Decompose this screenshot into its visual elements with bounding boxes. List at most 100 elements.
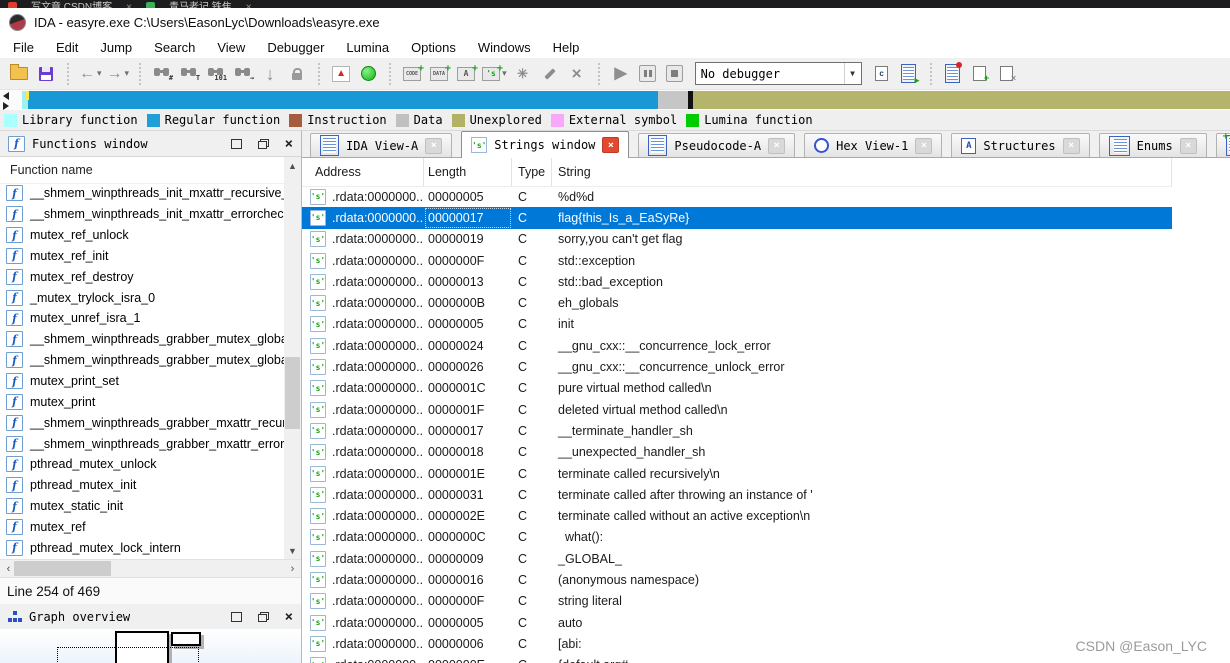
maximize-icon[interactable]	[231, 139, 242, 149]
view-tab[interactable]: Strings window ×	[461, 131, 629, 158]
tab-close-icon[interactable]: ×	[1063, 138, 1080, 154]
navigate-forward-icon[interactable]: →▾	[107, 62, 130, 86]
navband-segment-data[interactable]	[658, 91, 688, 109]
function-list-item[interactable]: __shmem_winpthreads_init_mxattr_errorche…	[0, 204, 284, 225]
strings-table-row[interactable]: .rdata:0000000... 0000000B C eh_globals	[302, 292, 1172, 313]
navband-segment-unexplored[interactable]	[693, 91, 1230, 109]
function-list-item[interactable]: mutex_unref_isra_1	[0, 308, 284, 329]
menu-item[interactable]: Debugger	[256, 38, 335, 57]
strings-table-row[interactable]: .rdata:0000000... 00000024 C __gnu_cxx::…	[302, 335, 1172, 356]
attach-process-icon[interactable]: c	[871, 62, 893, 86]
scroll-right-icon[interactable]: ›	[284, 560, 301, 577]
function-list-item[interactable]: mutex_print_set	[0, 371, 284, 392]
create-code-icon[interactable]: CODE+	[401, 62, 423, 86]
view-tab[interactable]: Pseudocode-A ×	[638, 133, 795, 157]
problems-list-icon[interactable]: ▲	[330, 62, 352, 86]
create-string-icon[interactable]: 's+▾	[482, 62, 507, 86]
float-icon[interactable]	[258, 612, 269, 622]
browser-tab-close-icon[interactable]: ×	[246, 0, 252, 8]
strings-table-row[interactable]: .rdata:0000000... 00000016 C (anonymous …	[302, 569, 1172, 590]
function-list-item[interactable]: mutex_ref_init	[0, 246, 284, 267]
database-info-icon[interactable]	[942, 62, 964, 86]
strings-table-row[interactable]: .rdata:0000000... 0000000F C std::except…	[302, 250, 1172, 271]
close-icon[interactable]: ×	[285, 137, 293, 151]
menu-item[interactable]: Options	[400, 38, 467, 57]
column-header-string[interactable]: String	[552, 158, 1172, 186]
strings-table-row[interactable]: .rdata:0000000... 0000000F C string lite…	[302, 591, 1172, 612]
view-tab[interactable]: IDA View-A ×	[310, 133, 452, 157]
function-list-item[interactable]: pthread_mutex_unlock	[0, 454, 284, 475]
delete-function-icon[interactable]: ×	[566, 62, 588, 86]
search-text-icon[interactable]: T	[178, 62, 200, 86]
close-icon[interactable]: ×	[285, 610, 293, 624]
strings-table-row[interactable]: .rdata:0000000... 0000000C C what():	[302, 527, 1172, 548]
menu-item[interactable]: Edit	[45, 38, 89, 57]
strings-table-row[interactable]: .rdata:0000000... 00000031 C terminate c…	[302, 484, 1172, 505]
function-list-item[interactable]: __shmem_winpthreads_grabber_mutex_globa	[0, 329, 284, 350]
view-tab[interactable]: Hex View-1 ×	[804, 133, 942, 157]
create-name-icon[interactable]: A+	[455, 62, 477, 86]
search-binary-icon[interactable]: 101	[205, 62, 227, 86]
menu-item[interactable]: Lumina	[335, 38, 400, 57]
strings-table-row[interactable]: .rdata:0000000... 00000018 C __unexpecte…	[302, 442, 1172, 463]
lock-icon[interactable]	[286, 62, 308, 86]
strings-table-row[interactable]: .rdata:0000000... 00000017 C __terminate…	[302, 420, 1172, 441]
strings-table-row[interactable]: .rdata:0000000... 00000026 C __gnu_cxx::…	[302, 356, 1172, 377]
scrollbar-thumb[interactable]	[14, 561, 111, 576]
strings-table-row[interactable]: .rdata:0000000... 00000009 C _GLOBAL_	[302, 548, 1172, 569]
load-plugin-icon[interactable]: +	[969, 62, 991, 86]
scroll-up-icon[interactable]: ▲	[284, 157, 301, 174]
maximize-icon[interactable]	[231, 612, 242, 622]
function-list-item[interactable]: __shmem_winpthreads_grabber_mutex_globa	[0, 350, 284, 371]
strings-table-row[interactable]: .rdata:0000000... 0000002E C terminate c…	[302, 505, 1172, 526]
strings-table-row[interactable]: .rdata:0000000... 00000019 C sorry,you c…	[302, 229, 1172, 250]
menu-item[interactable]: Windows	[467, 38, 542, 57]
menu-item[interactable]: File	[2, 38, 45, 57]
column-header-type[interactable]: Type	[512, 158, 552, 186]
edit-function-icon[interactable]	[539, 62, 561, 86]
debugger-pause-icon[interactable]	[637, 62, 659, 86]
tab-close-icon[interactable]: ×	[768, 138, 785, 154]
browser-tab[interactable]: 青马老记 铁隹	[169, 0, 232, 8]
create-function-icon[interactable]: ✳	[512, 62, 534, 86]
navigate-back-icon[interactable]: ←▾	[79, 62, 102, 86]
tab-close-icon[interactable]: ×	[915, 138, 932, 154]
float-icon[interactable]	[258, 139, 269, 149]
search-next-icon[interactable]: →	[232, 62, 254, 86]
debugger-start-icon[interactable]: ▶	[610, 62, 632, 86]
lumina-status-icon[interactable]	[357, 62, 379, 86]
function-list-item[interactable]: mutex_print	[0, 391, 284, 412]
graph-overview-titlebar[interactable]: Graph overview ×	[0, 604, 301, 630]
navigation-band[interactable]	[0, 90, 1230, 110]
function-list-item[interactable]: mutex_ref_unlock	[0, 225, 284, 246]
strings-table-row[interactable]: .rdata:0000000... 0000001C C pure virtua…	[302, 378, 1172, 399]
column-header-address[interactable]: Address	[302, 158, 424, 186]
tab-close-icon[interactable]: ×	[1180, 138, 1197, 154]
view-tab[interactable]: Structures ×	[951, 133, 1089, 157]
debugger-selector[interactable]: No debugger ▼	[695, 62, 862, 85]
combo-arrow-icon[interactable]: ▼	[844, 63, 861, 84]
function-list-item[interactable]: __shmem_winpthreads_grabber_mxattr_recur	[0, 412, 284, 433]
browser-tab-close-icon[interactable]: ×	[126, 0, 132, 8]
scrollbar-thumb[interactable]	[285, 357, 300, 429]
open-file-icon[interactable]	[8, 62, 30, 86]
menu-item[interactable]: Jump	[89, 38, 143, 57]
menu-item[interactable]: Help	[542, 38, 591, 57]
function-list-item[interactable]: __shmem_winpthreads_init_mxattr_recursiv…	[0, 183, 284, 204]
jump-address-icon[interactable]: ↓	[259, 62, 281, 86]
menu-item[interactable]: Search	[143, 38, 206, 57]
strings-table-row[interactable]: .rdata:0000000... 00000005 C auto	[302, 612, 1172, 633]
save-icon[interactable]	[35, 62, 57, 86]
function-list-item[interactable]: __shmem_winpthreads_grabber_mxattr_error	[0, 433, 284, 454]
functions-vertical-scrollbar[interactable]: ▲ ▼	[284, 157, 301, 559]
function-list-item[interactable]: pthread_mutex_lock_intern	[0, 537, 284, 558]
scroll-down-icon[interactable]: ▼	[284, 542, 301, 559]
column-header-length[interactable]: Length	[424, 158, 512, 186]
strings-table-row[interactable]: .rdata:0000000... 00000013 C std::bad_ex…	[302, 271, 1172, 292]
continue-process-icon[interactable]: ▸	[898, 62, 920, 86]
functions-window-titlebar[interactable]: Functions window ×	[0, 131, 301, 157]
strings-table-row[interactable]: .rdata:0000000... 00000006 C [abi:	[302, 633, 1172, 654]
function-list-item[interactable]: pthread_mutex_init	[0, 475, 284, 496]
strings-table-row[interactable]: .rdata:0000000... 00000005 C %d%d	[302, 186, 1172, 207]
navband-scroll-left-icon[interactable]	[3, 92, 9, 100]
